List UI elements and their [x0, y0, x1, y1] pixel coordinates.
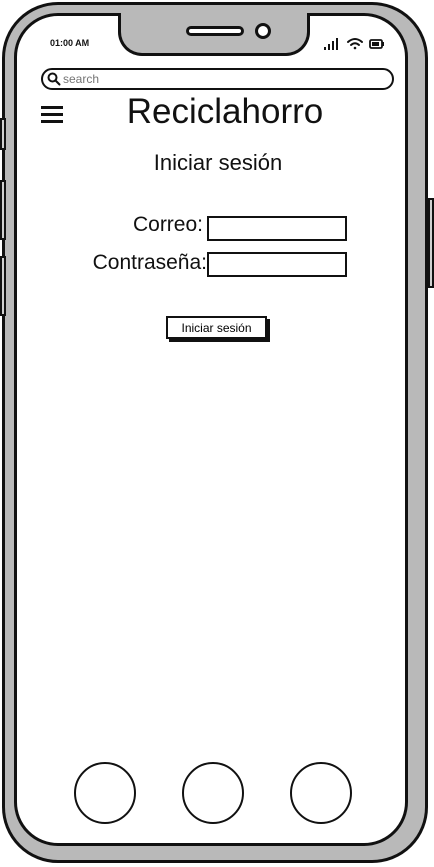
- search-icon: [47, 72, 61, 86]
- status-icons-svg: [324, 38, 384, 50]
- login-button[interactable]: Iniciar sesión: [166, 316, 267, 339]
- front-camera: [255, 23, 271, 39]
- search-input[interactable]: [63, 71, 383, 87]
- email-label: Correo:: [132, 213, 203, 236]
- bottom-circle-button-right[interactable]: [290, 762, 352, 824]
- password-field[interactable]: [207, 252, 347, 277]
- bottom-circle-button-left[interactable]: [74, 762, 136, 824]
- search-bar[interactable]: [41, 68, 394, 90]
- wifi-icon: [347, 38, 363, 50]
- phone-screen: [14, 13, 408, 846]
- status-time: 01:00 AM: [50, 38, 90, 48]
- phone-side-button-left-middle: [0, 180, 6, 240]
- signal-icon: [324, 38, 338, 50]
- hamburger-menu-icon[interactable]: [41, 104, 65, 124]
- phone-side-button-left-bottom: [0, 256, 6, 316]
- battery-icon: [369, 39, 384, 49]
- phone-side-button-left-top: [0, 118, 6, 150]
- page-heading: Iniciar sesión: [153, 150, 283, 175]
- app-title: Reciclahorro: [126, 92, 324, 131]
- email-field[interactable]: [207, 216, 347, 241]
- password-label: Contraseña:: [92, 251, 207, 274]
- bottom-circle-button-center[interactable]: [182, 762, 244, 824]
- phone-side-button-right: [428, 198, 434, 288]
- status-icons: [324, 36, 386, 52]
- speaker-grille: [186, 26, 244, 36]
